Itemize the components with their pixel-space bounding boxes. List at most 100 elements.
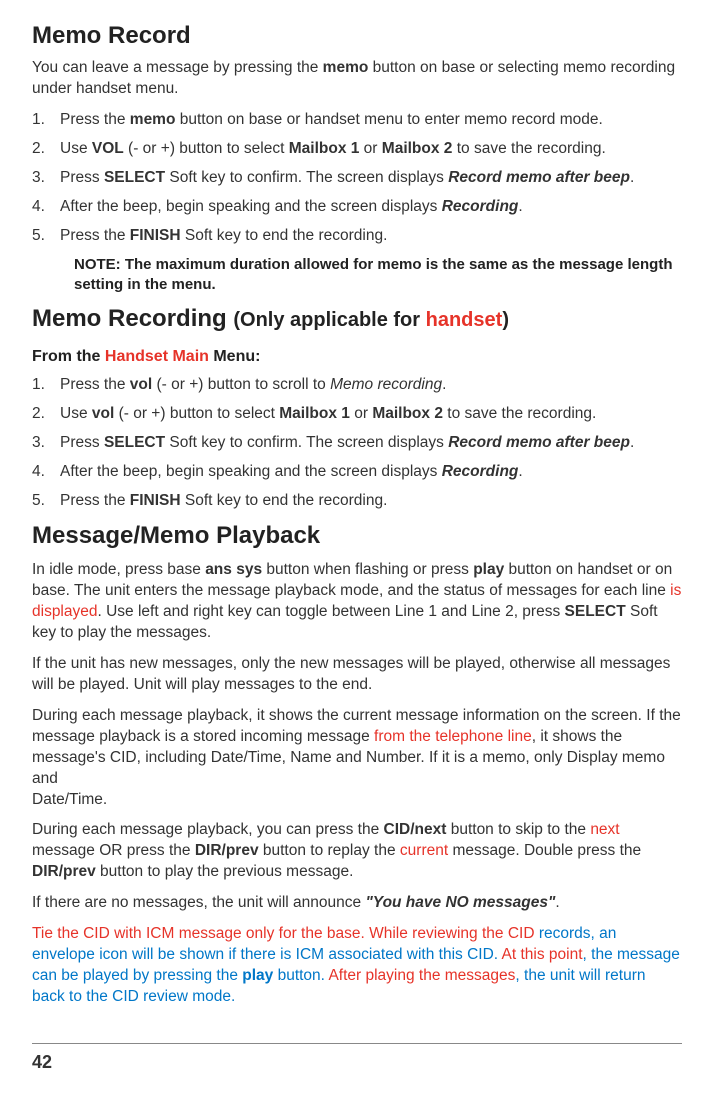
playback-p2: If the unit has new messages, only the n… — [32, 654, 682, 696]
text: SELECT — [565, 603, 626, 620]
text: . — [630, 434, 634, 451]
text: (- or +) button to select — [124, 140, 289, 157]
step-1: Press the memo button on base or handset… — [32, 110, 682, 131]
text: . — [555, 894, 559, 911]
text: Press the — [60, 227, 130, 244]
step-2: Use vol (- or +) button to select Mailbo… — [32, 404, 682, 425]
playback-p4: During each message playback, you can pr… — [32, 820, 682, 883]
text: Memo recording — [330, 376, 442, 393]
text: FINISH — [130, 492, 181, 509]
text: Press — [60, 169, 104, 186]
text: DIR/prev — [32, 863, 96, 880]
text: Mailbox 1 — [289, 140, 360, 157]
text: button to skip to the — [446, 821, 590, 838]
text: You can leave a message by pressing the — [32, 59, 323, 76]
memo-record-note: NOTE: The maximum duration allowed for m… — [32, 255, 682, 296]
text: play — [473, 561, 504, 578]
text: After the beep, begin speaking and the s… — [60, 463, 442, 480]
text: Use — [60, 405, 92, 422]
text: Date/Time. — [32, 791, 107, 808]
text: After the beep, begin speaking and the s… — [60, 198, 442, 215]
text: Recording — [442, 463, 519, 480]
page-number: 42 — [32, 1052, 52, 1072]
text: to save the recording. — [443, 405, 596, 422]
text: vol — [92, 405, 114, 422]
text: Press — [60, 434, 104, 451]
text: DIR/prev — [195, 842, 259, 859]
text: Press the — [60, 111, 130, 128]
text: button to play the previous message. — [96, 863, 354, 880]
text: play — [242, 967, 273, 984]
text: CID/next — [384, 821, 447, 838]
text: Mailbox 1 — [279, 405, 350, 422]
text: SELECT — [104, 169, 165, 186]
text: button. — [273, 967, 328, 984]
memo-record-intro: You can leave a message by pressing the … — [32, 58, 682, 100]
text: to save the recording. — [452, 140, 605, 157]
text: button to replay the — [259, 842, 400, 859]
text: button on base or handset menu to enter … — [175, 111, 602, 128]
text: or — [359, 140, 381, 157]
memo-record-steps: Press the memo button on base or handset… — [32, 110, 682, 247]
text: Record memo after beep — [448, 169, 630, 186]
playback-p5: If there are no messages, the unit will … — [32, 893, 682, 914]
text: memo — [130, 111, 176, 128]
text: . Use left and right key can toggle betw… — [98, 603, 565, 620]
text: (- or +) button to scroll to — [152, 376, 330, 393]
text: current — [400, 842, 448, 859]
playback-p6: Tie the CID with ICM message only for th… — [32, 924, 682, 1008]
text: Soft key to confirm. The screen displays — [165, 434, 448, 451]
text: Recording — [442, 198, 519, 215]
text: Soft key to confirm. The screen displays — [165, 169, 448, 186]
text: next — [590, 821, 619, 838]
text: message OR press the — [32, 842, 195, 859]
text: Mailbox 2 — [382, 140, 453, 157]
text: Tie the CID with ICM message only for th… — [32, 925, 539, 942]
text: Memo Recording — [32, 305, 233, 332]
text: From the — [32, 348, 105, 365]
text: After playing the messages — [328, 967, 515, 984]
playback-p3: During each message playback, it shows t… — [32, 706, 682, 811]
text: vol — [130, 376, 152, 393]
step-3: Press SELECT Soft key to confirm. The sc… — [32, 433, 682, 454]
text: or — [350, 405, 372, 422]
text: Mailbox 2 — [372, 405, 443, 422]
text: Record memo after beep — [448, 434, 630, 451]
text: In idle mode, press base — [32, 561, 205, 578]
step-1: Press the vol (- or +) button to scroll … — [32, 375, 682, 396]
memo-recording-steps: Press the vol (- or +) button to scroll … — [32, 375, 682, 512]
step-4: After the beep, begin speaking and the s… — [32, 197, 682, 218]
step-5: Press the FINISH Soft key to end the rec… — [32, 226, 682, 247]
step-3: Press SELECT Soft key to confirm. The sc… — [32, 168, 682, 189]
text: Press the — [60, 492, 130, 509]
text: SELECT — [104, 434, 165, 451]
text: . — [518, 463, 522, 480]
step-5: Press the FINISH Soft key to end the rec… — [32, 491, 682, 512]
playback-title: Message/Memo Playback — [32, 520, 682, 552]
text: FINISH — [130, 227, 181, 244]
text: ) — [502, 309, 509, 331]
text: Press the — [60, 376, 130, 393]
text: Soft key to end the recording. — [181, 227, 388, 244]
step-4: After the beep, begin speaking and the s… — [32, 462, 682, 483]
text: message. Double press the — [448, 842, 641, 859]
text: handset — [426, 309, 503, 331]
text: "You have NO messages" — [365, 894, 555, 911]
text: . — [518, 198, 522, 215]
text: (- or +) button to select — [114, 405, 279, 422]
page-footer: 42 — [32, 1043, 682, 1074]
text: . — [630, 169, 634, 186]
from-handset-menu: From the Handset Main Menu: — [32, 346, 682, 368]
text: Soft key to end the recording. — [181, 492, 388, 509]
text: (Only applicable for handset) — [233, 309, 509, 331]
text: During each message playback, you can pr… — [32, 821, 384, 838]
text: from the telephone line — [374, 728, 532, 745]
text: Handset Main — [105, 348, 209, 365]
step-2: Use VOL (- or +) button to select Mailbo… — [32, 139, 682, 160]
text: At this point — [502, 946, 583, 963]
memo-recording-title: Memo Recording (Only applicable for hand… — [32, 303, 682, 335]
text: button when flashing or press — [262, 561, 473, 578]
text: Menu: — [209, 348, 261, 365]
text: If there are no messages, the unit will … — [32, 894, 365, 911]
memo-bold: memo — [323, 59, 369, 76]
